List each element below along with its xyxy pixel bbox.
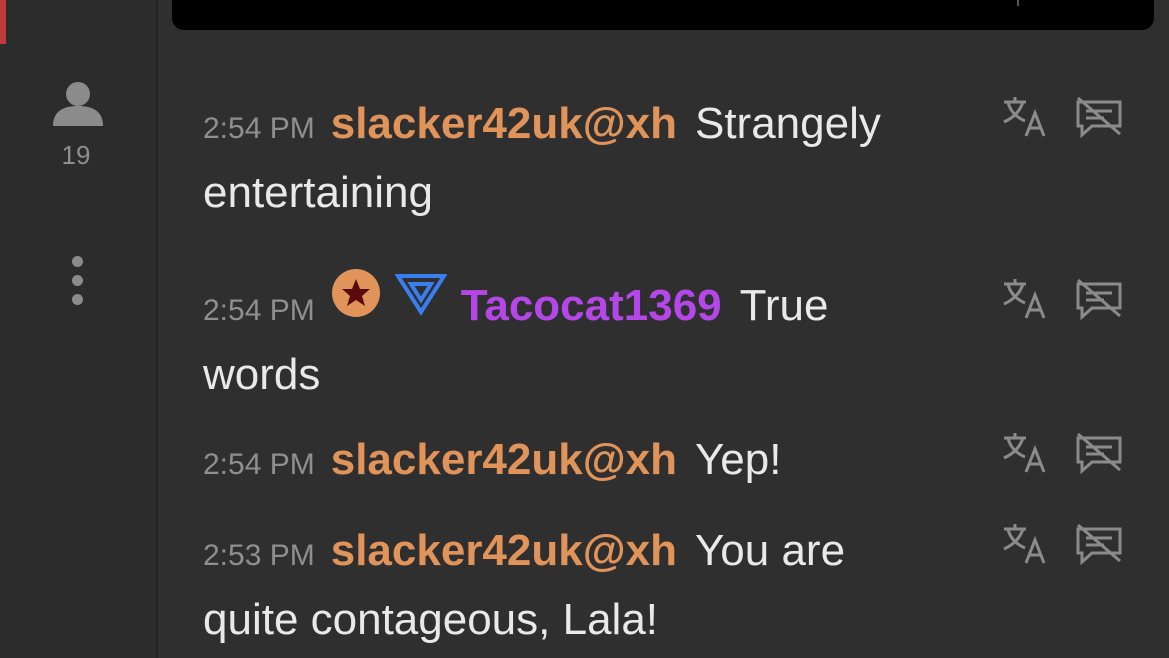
translate-icon[interactable] [1000,521,1048,565]
message-text-continued: quite contageous, Lala! [203,595,659,644]
chat-message: 2:54 PM slacker42uk@xh Yep! [203,428,963,497]
more-options-button[interactable] [68,256,86,306]
message-username[interactable]: Tacocat1369 [461,281,722,330]
message-timestamp: 2:54 PM [203,448,315,481]
translate-icon[interactable] [1000,276,1048,320]
message-text-continued: words [203,350,321,399]
message-text: True [739,281,829,330]
active-indicator [0,0,6,44]
message-text: Yep! [694,435,782,484]
message-username[interactable]: slacker42uk@xh [331,435,677,484]
message-text: Strangely [694,99,881,148]
blue-triangle-badge-icon[interactable] [394,270,448,334]
viewers-button[interactable]: 19 [48,80,108,175]
message-username[interactable]: slacker42uk@xh [331,99,677,148]
message-username[interactable]: slacker42uk@xh [331,526,677,575]
chat-message: 2:54 PM slacker42uk@xh Strangely entertain… [203,92,963,225]
chat-list: 2:54 PM slacker42uk@xh Strangely entertain… [158,44,1169,658]
message-timestamp: 2:53 PM [203,539,315,572]
message-actions [1000,430,1130,480]
chat-message: 2:53 PM slacker42uk@xh You are quite conta… [203,519,963,652]
message-actions [1000,94,1130,144]
message-timestamp: 2:54 PM [203,294,315,327]
hide-message-icon[interactable] [1074,94,1124,138]
hide-message-icon[interactable] [1074,521,1124,565]
message-timestamp: 2:54 PM [203,112,315,145]
star-badge-icon[interactable] [331,268,381,336]
message-text-continued: entertaining [203,168,433,217]
chat-message: 2:54 PM Tacocat1369 True words [203,269,963,407]
translate-icon[interactable] [1000,94,1048,138]
viewer-count: 19 [61,140,91,170]
message-text: You are [694,526,846,575]
video-player[interactable] [172,0,1154,30]
sidebar: 19 [0,0,158,658]
translate-icon[interactable] [1000,430,1048,474]
hide-message-icon[interactable] [1074,276,1124,320]
hide-message-icon[interactable] [1074,430,1124,474]
vertical-ellipsis-icon [71,256,83,267]
message-actions [1000,276,1130,326]
person-icon [53,82,103,126]
message-actions [1000,521,1130,571]
